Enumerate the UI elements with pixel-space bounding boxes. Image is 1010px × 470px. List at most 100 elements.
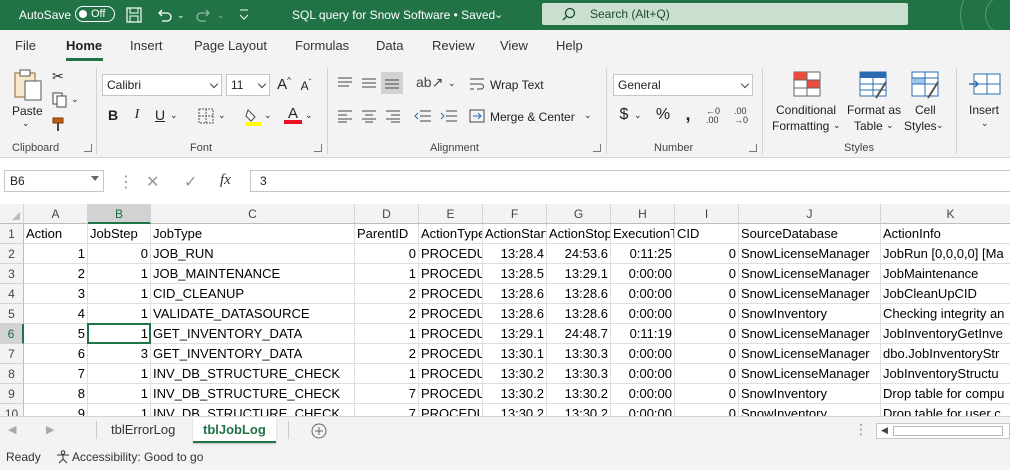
- column-title-cell[interactable]: ActionStop: [547, 224, 611, 244]
- tab-page-layout[interactable]: Page Layout: [194, 38, 267, 53]
- table-cell[interactable]: 24:53.6: [547, 244, 611, 264]
- table-cell[interactable]: 13:30.2: [483, 364, 547, 384]
- table-cell[interactable]: 1: [88, 324, 151, 344]
- format-as-table-label-1[interactable]: Format as: [847, 103, 901, 117]
- table-cell[interactable]: 13:28.4: [483, 244, 547, 264]
- table-cell[interactable]: 13:28.6: [547, 304, 611, 324]
- table-cell[interactable]: 13:30.3: [547, 364, 611, 384]
- column-title-cell[interactable]: ParentID: [355, 224, 419, 244]
- underline-button[interactable]: U: [150, 107, 170, 123]
- column-title-cell[interactable]: ActionType: [419, 224, 483, 244]
- row-header-7[interactable]: 7: [0, 344, 24, 364]
- customize-toolbar-icon[interactable]: [238, 8, 250, 22]
- table-cell[interactable]: 2: [355, 344, 419, 364]
- table-cell[interactable]: 13:28.5: [483, 264, 547, 284]
- font-size-select[interactable]: 11: [226, 74, 270, 96]
- table-cell[interactable]: 1: [88, 404, 151, 416]
- row-header-6[interactable]: 6: [0, 324, 24, 344]
- table-cell[interactable]: 0:11:25: [611, 244, 675, 264]
- table-cell[interactable]: dbo.JobInventoryStr: [881, 344, 1010, 364]
- table-cell[interactable]: PROCEDURE: [419, 384, 483, 404]
- table-cell[interactable]: SnowLicenseManager: [739, 264, 881, 284]
- table-cell[interactable]: 1: [88, 284, 151, 304]
- enter-icon[interactable]: ✓: [184, 172, 197, 192]
- formula-input[interactable]: 3: [250, 170, 1010, 192]
- table-cell[interactable]: CID_CLEANUP: [151, 284, 355, 304]
- table-cell[interactable]: JobMaintenance: [881, 264, 1010, 284]
- table-cell[interactable]: PROCEDURE: [419, 304, 483, 324]
- row-header-3[interactable]: 3: [0, 264, 24, 284]
- split-handle-icon[interactable]: ⋮: [854, 421, 868, 438]
- insert-function-icon[interactable]: fx: [220, 172, 231, 189]
- sheet-tab-tblerrorlog[interactable]: tblErrorLog: [101, 417, 185, 443]
- row-header-8[interactable]: 8: [0, 364, 24, 384]
- table-cell[interactable]: SnowLicenseManager: [739, 244, 881, 264]
- currency-dropdown-icon[interactable]: ⌄: [634, 110, 642, 121]
- format-as-table-icon[interactable]: [858, 70, 888, 100]
- row-header-4[interactable]: 4: [0, 284, 24, 304]
- column-title-cell[interactable]: CID: [675, 224, 739, 244]
- conditional-formatting-label-1[interactable]: Conditional: [776, 103, 836, 117]
- table-cell[interactable]: 4: [24, 304, 88, 324]
- undo-icon[interactable]: [156, 7, 172, 23]
- tab-data[interactable]: Data: [376, 38, 403, 53]
- table-cell[interactable]: 1: [88, 364, 151, 384]
- table-cell[interactable]: 13:30.2: [547, 384, 611, 404]
- table-cell[interactable]: 13:30.1: [483, 344, 547, 364]
- borders-dropdown-icon[interactable]: ⌄: [218, 110, 226, 121]
- table-cell[interactable]: INV_DB_STRUCTURE_CHECK: [151, 384, 355, 404]
- table-cell[interactable]: 13:29.1: [547, 264, 611, 284]
- table-cell[interactable]: SnowLicenseManager: [739, 284, 881, 304]
- borders-icon[interactable]: [198, 108, 214, 124]
- table-cell[interactable]: 0:00:00: [611, 344, 675, 364]
- insert-cells-icon[interactable]: [968, 70, 1002, 100]
- search-box[interactable]: Search (Alt+Q): [542, 3, 908, 25]
- column-header-e[interactable]: E: [419, 204, 483, 224]
- scroll-left-icon[interactable]: ◀: [8, 423, 16, 436]
- row-header-10[interactable]: 10: [0, 404, 24, 416]
- table-cell[interactable]: 0:00:00: [611, 304, 675, 324]
- percent-icon[interactable]: %: [653, 106, 673, 124]
- merge-center-label[interactable]: Merge & Center: [490, 110, 575, 124]
- table-cell[interactable]: 0: [675, 364, 739, 384]
- format-as-table-label-2[interactable]: Table: [854, 119, 883, 133]
- cell-styles-label-1[interactable]: Cell: [915, 103, 936, 117]
- autosave-toggle[interactable]: Off: [75, 6, 115, 22]
- column-title-cell[interactable]: ActionStart: [483, 224, 547, 244]
- column-header-g[interactable]: G: [547, 204, 611, 224]
- column-header-a[interactable]: A: [24, 204, 88, 224]
- bold-button[interactable]: B: [103, 107, 123, 123]
- alignment-launcher-icon[interactable]: [593, 144, 601, 152]
- cancel-icon[interactable]: ✕: [146, 172, 159, 192]
- conditional-formatting-label-2[interactable]: Formatting: [772, 119, 829, 133]
- cell-styles-icon[interactable]: [910, 70, 940, 100]
- number-format-select[interactable]: General: [613, 74, 753, 96]
- cell-styles-dropdown-icon[interactable]: ⌄: [936, 120, 944, 131]
- accessibility-icon[interactable]: [56, 450, 70, 464]
- table-cell[interactable]: PROCEDURE: [419, 244, 483, 264]
- table-cell[interactable]: 2: [24, 264, 88, 284]
- table-cell[interactable]: 1: [88, 304, 151, 324]
- document-title[interactable]: SQL query for Snow Software • Saved: [292, 0, 495, 30]
- table-cell[interactable]: 7: [355, 384, 419, 404]
- table-cell[interactable]: 8: [24, 384, 88, 404]
- paste-label[interactable]: Paste: [12, 104, 43, 118]
- table-cell[interactable]: 0:00:00: [611, 384, 675, 404]
- redo-dropdown-icon[interactable]: ⌄: [217, 0, 225, 30]
- font-color-dropdown-icon[interactable]: ⌄: [305, 110, 313, 121]
- table-cell[interactable]: VALIDATE_DATASOURCE: [151, 304, 355, 324]
- table-cell[interactable]: PROCEDURE: [419, 324, 483, 344]
- table-cell[interactable]: JobInventoryGetInve: [881, 324, 1010, 344]
- currency-icon[interactable]: $: [614, 106, 634, 124]
- table-cell[interactable]: 0: [675, 284, 739, 304]
- table-cell[interactable]: 1: [355, 324, 419, 344]
- merge-dropdown-icon[interactable]: ⌄: [584, 110, 592, 121]
- row-header-9[interactable]: 9: [0, 384, 24, 404]
- table-cell[interactable]: 3: [24, 284, 88, 304]
- table-cell[interactable]: 0: [675, 404, 739, 416]
- table-cell[interactable]: PROCEDURE: [419, 364, 483, 384]
- wrap-text-label[interactable]: Wrap Text: [490, 78, 544, 92]
- font-color-icon[interactable]: A: [284, 105, 302, 127]
- table-cell[interactable]: 13:30.2: [483, 404, 547, 416]
- format-table-dropdown-icon[interactable]: ⌄: [886, 120, 894, 131]
